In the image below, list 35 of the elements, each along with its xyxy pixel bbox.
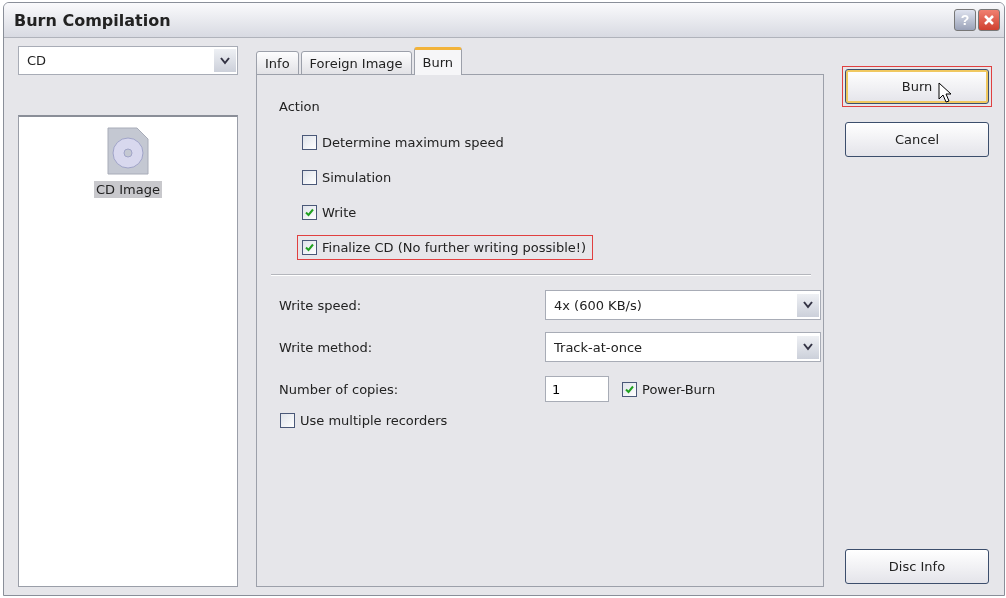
field-label: Write method: (279, 339, 374, 355)
checkbox-label: Write (322, 205, 357, 220)
tab[interactable]: Info (256, 51, 299, 75)
burn-button[interactable]: Burn (845, 69, 989, 104)
checkbox[interactable] (302, 205, 317, 220)
copies-field[interactable]: 1 (545, 376, 609, 402)
dropdown-value: CD (26, 53, 48, 68)
media-dropdown[interactable]: CD (18, 46, 238, 75)
dropdown-value: Track-at-once (553, 339, 644, 355)
dropdown[interactable]: 4x (600 KB/s) (545, 290, 821, 320)
checkbox-label: Use multiple recorders (300, 413, 448, 428)
tab[interactable]: Burn (413, 47, 463, 75)
section-heading: Action (279, 99, 320, 114)
disc-info-button[interactable]: Disc Info (845, 549, 989, 584)
checkbox[interactable] (302, 240, 317, 255)
dropdown-value: 4x (600 KB/s) (553, 297, 643, 313)
checkbox-label: Power-Burn (642, 381, 716, 397)
close-icon (983, 14, 995, 26)
disc-image-icon (107, 127, 149, 175)
checkbox-label: Simulation (322, 170, 392, 185)
list-item[interactable]: CD Image (94, 181, 162, 198)
checkbox-label: Finalize CD (No further writing possible!) (322, 240, 587, 255)
cursor-icon (938, 82, 954, 104)
checkbox[interactable] (302, 135, 317, 150)
field-label: Number of copies: (279, 381, 400, 397)
window-title: Burn Compilation (14, 10, 172, 30)
dropdown[interactable]: Track-at-once (545, 332, 821, 362)
field-label: Write speed: (279, 297, 363, 313)
checkbox[interactable] (622, 381, 637, 397)
checkbox[interactable] (280, 413, 295, 428)
checkbox[interactable] (302, 170, 317, 185)
close-button[interactable] (978, 9, 1000, 31)
tab[interactable]: Foreign Image (300, 51, 412, 75)
cancel-button[interactable]: Cancel (845, 122, 989, 157)
checkbox-label: Determine maximum speed (322, 135, 504, 150)
